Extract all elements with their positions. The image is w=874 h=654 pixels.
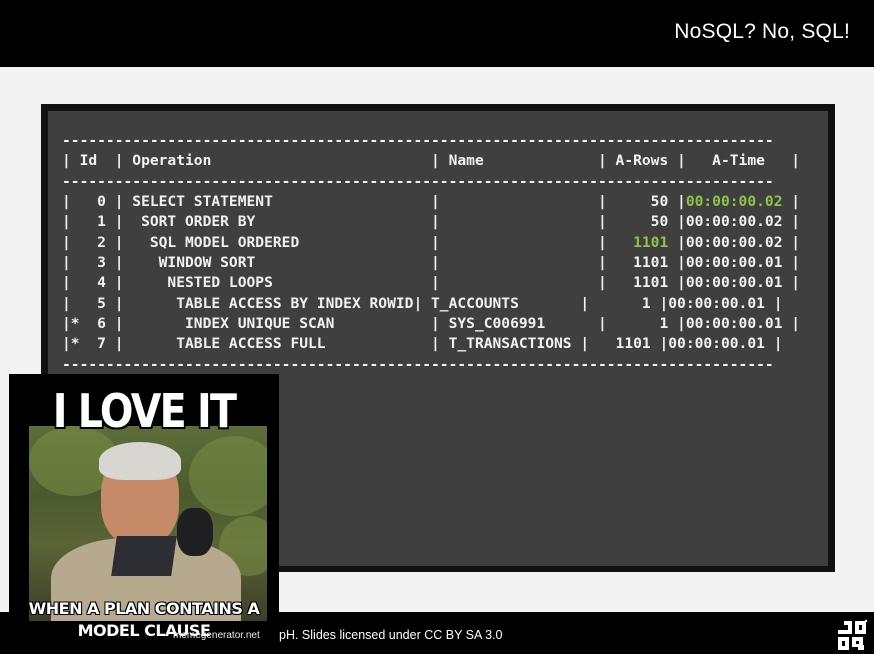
- plan-row-time: 00:00:00.01: [685, 315, 783, 333]
- plan-row: |* 6 | INDEX UNIQUE SCAN | SYS_C006991 |…: [62, 314, 828, 334]
- slide-header-bar: NoSQL? No, SQL!: [0, 0, 874, 67]
- plan-row-end: |: [782, 315, 801, 333]
- plan-row-end: |: [782, 274, 801, 292]
- meme-credit: memegenerator.net: [173, 630, 260, 641]
- plan-row-time: 00:00:00.01: [668, 294, 765, 312]
- plan-row: | 0 | SELECT STATEMENT | | 50 |00:00:00.…: [62, 192, 828, 212]
- plan-row-cells: | 1 | SORT ORDER BY | | 50 |: [62, 213, 686, 231]
- license-text: pH. Slides licensed under CC BY SA 3.0: [279, 628, 503, 642]
- plan-row-end: |: [782, 254, 801, 272]
- plan-row: | 2 | SQL MODEL ORDERED | | 1101 |00:00:…: [62, 233, 828, 253]
- plan-row-end: |: [782, 233, 801, 251]
- plan-row-time: 00:00:00.02: [685, 193, 783, 211]
- plan-row-time: 00:00:00.02: [685, 233, 783, 251]
- thumbs-up-icon: [177, 508, 213, 556]
- plan-row: | 3 | WINDOW SORT | | 1101 |00:00:00.01 …: [62, 253, 828, 273]
- plan-separator-bottom: ----------------------------------------…: [62, 355, 774, 373]
- plan-row: | 1 | SORT ORDER BY | | 50 |00:00:00.02 …: [62, 212, 828, 232]
- meme-top-text: I LOVE IT: [52, 384, 237, 438]
- plan-row-divider: |: [668, 233, 686, 251]
- plan-row-cells: |* 6 | INDEX UNIQUE SCAN | SYS_C006991 |…: [62, 315, 686, 333]
- slide-title: NoSQL? No, SQL!: [674, 20, 850, 43]
- plan-header-row: | Id | Operation | Name | A-Rows | A-Tim…: [62, 152, 801, 170]
- plan-row-end: |: [782, 213, 801, 231]
- plan-row-cells: | 2 | SQL MODEL ORDERED | |: [62, 233, 634, 251]
- plan-separator-mid: ----------------------------------------…: [62, 172, 774, 190]
- plan-row-cells: | 3 | WINDOW SORT | | 1101 |: [62, 254, 686, 272]
- plan-row-end: |: [782, 193, 801, 211]
- plan-row-end: |: [764, 294, 783, 312]
- plan-row-time: 00:00:00.01: [685, 254, 783, 272]
- plan-row-cells: | 5 | TABLE ACCESS BY INDEX ROWID| T_ACC…: [62, 294, 669, 312]
- plan-row-time: 00:00:00.01: [685, 274, 783, 292]
- meme-photo: [29, 426, 267, 621]
- plan-row-arows: 1101: [633, 233, 669, 251]
- plan-separator-top: ----------------------------------------…: [62, 132, 774, 149]
- plan-row-cells: |* 7 | TABLE ACCESS FULL | T_TRANSACTION…: [62, 335, 669, 353]
- plan-row-time: 00:00:00.02: [685, 213, 783, 231]
- plan-row-cells: | 0 | SELECT STATEMENT | | 50 |: [62, 193, 686, 211]
- plan-row: | 4 | NESTED LOOPS | | 1101 |00:00:00.01…: [62, 273, 828, 293]
- jooq-logo-icon: [838, 619, 868, 650]
- plan-row: | 5 | TABLE ACCESS BY INDEX ROWID| T_ACC…: [62, 294, 828, 314]
- plan-row: |* 7 | TABLE ACCESS FULL | T_TRANSACTION…: [62, 334, 828, 354]
- meme-image: I LOVE IT WHEN A PLAN CONTAINS A MODEL C…: [9, 374, 279, 646]
- plan-row-end: |: [764, 335, 783, 353]
- plan-row-time: 00:00:00.01: [668, 335, 765, 353]
- plan-row-cells: | 4 | NESTED LOOPS | | 1101 |: [62, 274, 686, 292]
